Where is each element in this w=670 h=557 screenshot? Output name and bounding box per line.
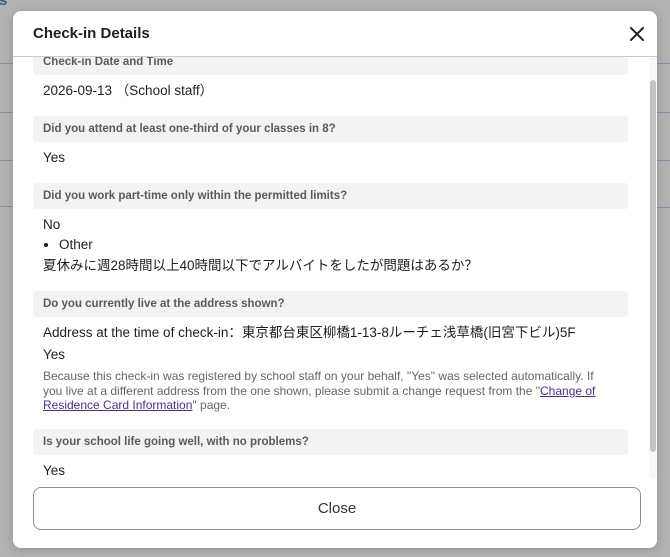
note-text: " page. (192, 398, 231, 412)
answer-block: Address at the time of check-in：東京都台東区柳橋… (33, 317, 628, 413)
auto-answer-note: Because this check-in was registered by … (43, 369, 608, 413)
backdrop-row-divider (657, 63, 670, 64)
detail-section-school-life: Is your school life going well, with no … (33, 428, 628, 479)
close-button[interactable]: Close (33, 487, 641, 530)
answer-block: Yes (33, 455, 628, 479)
note-text: Because this check-in was registered by … (43, 369, 594, 398)
question-label: Check-in Date and Time (33, 57, 628, 75)
close-modal-button[interactable] (625, 22, 649, 46)
backdrop-row-divider (0, 206, 13, 207)
backdrop-row-divider (657, 112, 670, 113)
detail-section-checkin-datetime: Check-in Date and Time 2026-09-13 （Schoo… (33, 57, 628, 101)
answer-value: 2026-09-13 （School staff） (43, 83, 214, 98)
answer-value: No (43, 217, 61, 232)
answer-value: Yes (43, 462, 66, 478)
check-in-details-modal: Check-in Details Check-in Date and Time … (13, 11, 657, 548)
detail-section-attendance: Did you attend at least one-third of you… (33, 116, 628, 168)
answer-comment: 夏休みに週28時間以上40時間以下でアルバイトをしたが問題はあるか？ (43, 258, 478, 273)
backdrop-partial-text: s (0, 0, 8, 9)
modal-title: Check-in Details (33, 25, 150, 42)
answer-block: No Other 夏休みに週28時間以上40時間以下でアルバイトをしたが問題はあ… (33, 209, 628, 276)
modal-body-scroll-area: Check-in Date and Time 2026-09-13 （Schoo… (13, 57, 657, 478)
details-list: Check-in Date and Time 2026-09-13 （Schoo… (33, 57, 628, 478)
checkin-address: Address at the time of check-in：東京都台東区柳橋… (43, 325, 576, 340)
answer-block: 2026-09-13 （School staff） (33, 75, 628, 101)
modal-header: Check-in Details (13, 11, 657, 57)
backdrop-row-divider (657, 207, 670, 208)
scrollbar-thumb[interactable] (650, 80, 656, 452)
selected-options-list: Other (43, 235, 618, 254)
close-icon[interactable] (625, 22, 649, 46)
detail-section-part-time: Did you work part-time only within the p… (33, 183, 628, 276)
backdrop-row-divider (0, 63, 13, 64)
answer-value: Yes (43, 150, 66, 165)
answer-value: Yes (43, 347, 66, 362)
detail-section-address: Do you currently live at the address sho… (33, 291, 628, 413)
backdrop-row-divider (657, 160, 670, 161)
question-label: Is your school life going well, with no … (33, 428, 628, 455)
question-label: Do you currently live at the address sho… (33, 291, 628, 317)
backdrop-row-divider (0, 160, 13, 161)
list-item: Other (59, 235, 618, 254)
backdrop-row-divider (0, 112, 13, 113)
answer-block: Yes (33, 142, 628, 168)
question-label: Did you work part-time only within the p… (33, 183, 628, 209)
question-label: Did you attend at least one-third of you… (33, 116, 628, 142)
